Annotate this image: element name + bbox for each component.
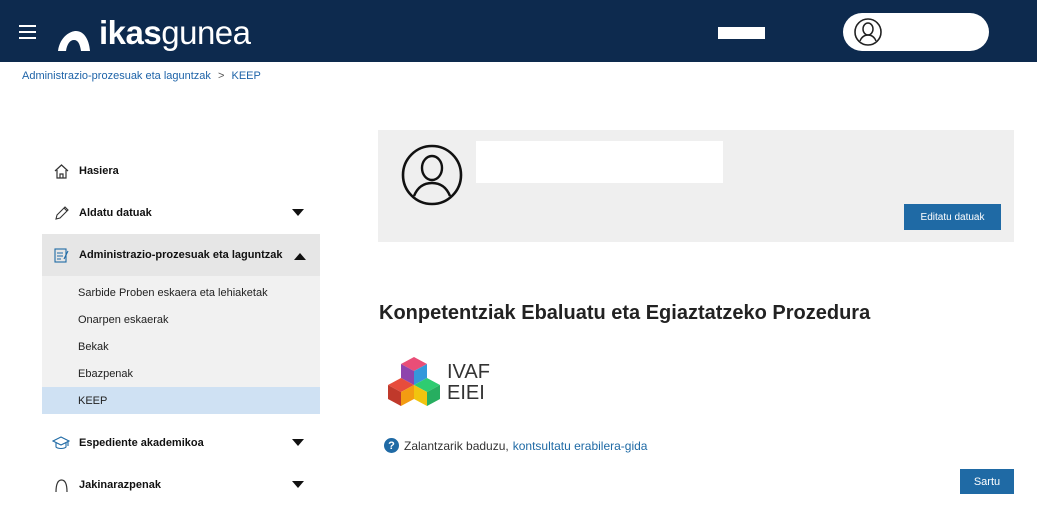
breadcrumb-current: KEEP <box>231 70 261 82</box>
submenu-item-keep[interactable]: KEEP <box>42 387 320 414</box>
chevron-up-icon[interactable] <box>294 253 306 260</box>
enter-button[interactable]: Sartu <box>960 469 1014 494</box>
sidebar-item-label: Administrazio-prozesuak eta laguntzak <box>79 249 283 261</box>
pencil-icon <box>52 204 70 222</box>
profile-name-box <box>476 141 723 183</box>
sidebar-item-jakinarazpenak[interactable]: Jakinarazpenak <box>42 464 320 506</box>
ivaf-logo-line2: EIEI <box>447 382 485 404</box>
user-avatar-icon <box>401 144 463 206</box>
chevron-down-icon[interactable] <box>292 481 304 488</box>
edit-data-button[interactable]: Editatu datuak <box>904 204 1001 230</box>
help-text: Zalantzarik baduzu, <box>404 438 509 453</box>
home-icon <box>52 162 70 180</box>
user-menu-button[interactable] <box>843 13 989 51</box>
user-guide-link[interactable]: kontsultatu erabilera-gida <box>513 439 648 453</box>
sidebar-item-label: Aldatu datuak <box>79 207 152 219</box>
ivaf-logo: IVAF EIEI <box>387 355 490 411</box>
breadcrumb-parent-link[interactable]: Administrazio-prozesuak eta laguntzak <box>22 70 211 82</box>
sidebar-item-administrazio[interactable]: Administrazio-prozesuak eta laguntzak <box>42 234 320 276</box>
breadcrumb-separator: > <box>218 70 225 82</box>
graduation-cap-icon <box>52 434 70 452</box>
cube-logo-icon <box>388 357 440 406</box>
sidebar-item-label: Hasiera <box>79 165 119 177</box>
chevron-down-icon[interactable] <box>292 439 304 446</box>
bell-icon <box>52 476 70 494</box>
menu-icon[interactable] <box>19 25 39 39</box>
sidebar-item-hasiera[interactable]: Hasiera <box>42 150 320 192</box>
sidebar-item-label: Jakinarazpenak <box>79 479 161 491</box>
help-line: ? Zalantzarik baduzu, kontsultatu erabil… <box>384 438 647 453</box>
breadcrumb: Administrazio-prozesuak eta laguntzak > … <box>22 70 261 82</box>
ivaf-logo-text: IVAF EIEI <box>447 362 490 404</box>
ikasgunea-logo[interactable]: ikas gunea <box>57 14 251 52</box>
chevron-down-icon[interactable] <box>292 209 304 216</box>
sidebar-nav: Hasiera Aldatu datuak Administrazio-proz… <box>42 150 320 506</box>
submenu-item-bekak[interactable]: Bekak <box>42 333 320 360</box>
sidebar-item-label: Espediente akademikoa <box>79 437 204 449</box>
logo-text-bold: ikas <box>99 14 162 51</box>
page-title: Konpetentziak Ebaluatu eta Egiaztatzeko … <box>379 302 871 324</box>
form-icon <box>52 246 70 264</box>
user-avatar-icon <box>854 18 882 46</box>
submenu-list: Sarbide Proben eskaera eta lehiaketak On… <box>42 276 320 414</box>
sidebar-item-aldatu-datuak[interactable]: Aldatu datuak <box>42 192 320 234</box>
top-bar: ikas gunea <box>0 0 1037 62</box>
redacted-block <box>718 27 765 39</box>
profile-card: Editatu datuak <box>378 130 1014 242</box>
submenu-item-ebazpenak[interactable]: Ebazpenak <box>42 360 320 387</box>
logo-text-light: gunea <box>161 14 251 51</box>
submenu-item-sarbide[interactable]: Sarbide Proben eskaera eta lehiaketak <box>42 276 320 306</box>
logo-arc-icon <box>58 31 90 51</box>
ivaf-logo-line1: IVAF <box>447 361 490 383</box>
submenu-item-onarpen[interactable]: Onarpen eskaerak <box>42 306 320 333</box>
sidebar-item-espediente[interactable]: Espediente akademikoa <box>42 422 320 464</box>
question-icon: ? <box>384 438 399 453</box>
